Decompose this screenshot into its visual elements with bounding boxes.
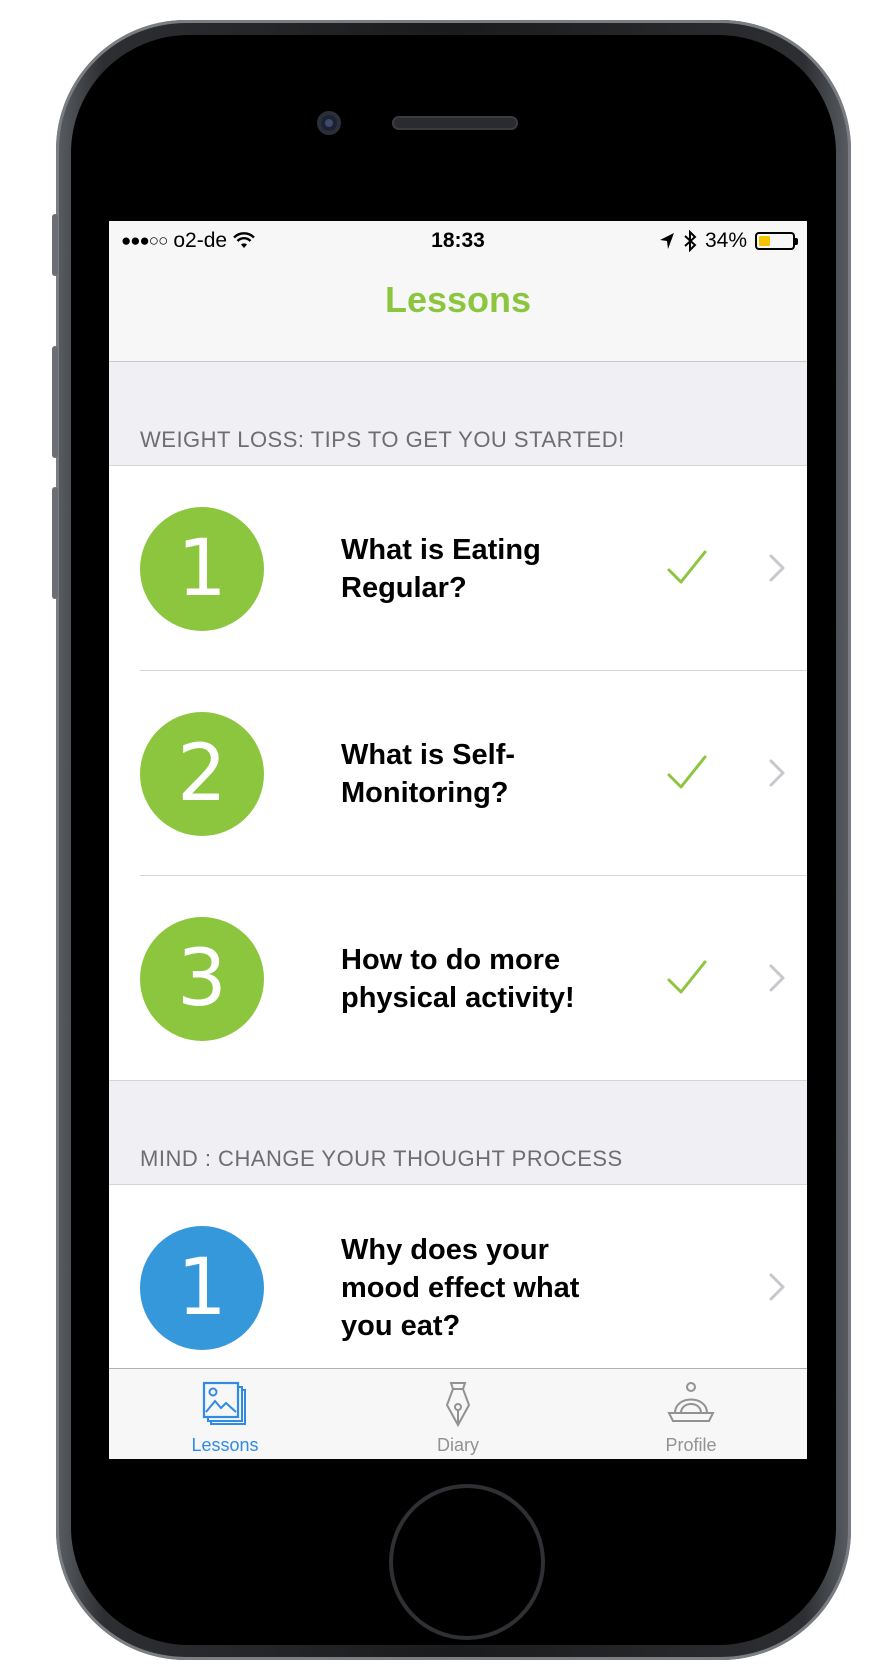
- lesson-title: Why does your mood effect what you eat?: [341, 1233, 580, 1342]
- page-title: Lessons: [384, 279, 532, 320]
- tab-label: Lessons: [191, 1435, 259, 1455]
- front-camera: [317, 111, 341, 135]
- lesson-number-badge: 3: [140, 917, 264, 1041]
- navigation-bar: Lessons: [109, 261, 807, 362]
- chevron-right-icon: [769, 1273, 785, 1301]
- crown-icon: [667, 1382, 715, 1422]
- chevron-right-icon: [769, 964, 785, 992]
- section-header-label: WEIGHT LOSS: TIPS TO GET YOU STARTED!: [140, 427, 625, 452]
- tab-bar: Lessons Diary Profile: [109, 1368, 807, 1459]
- pen-nib-icon: [445, 1382, 471, 1428]
- battery-icon: [755, 232, 798, 250]
- section-header-mind: MIND : CHANGE YOUR THOUGHT PROCESS: [109, 1081, 807, 1185]
- chevron-right-icon: [769, 554, 785, 582]
- volume-up-button: [52, 346, 58, 458]
- lesson-title: What is Self-Monitoring?: [341, 738, 516, 809]
- tab-label: Profile: [665, 1435, 717, 1455]
- location-arrow-icon: [659, 233, 674, 249]
- lesson-number-badge: 1: [140, 1226, 264, 1350]
- tab-label: Diary: [436, 1435, 479, 1455]
- tab-diary[interactable]: Diary: [342, 1369, 574, 1459]
- checkmark-icon: [667, 550, 707, 584]
- earpiece-speaker: [392, 116, 518, 130]
- bluetooth-icon: [684, 230, 697, 252]
- lesson-cell-mood-effect[interactable]: 1 Why does your mood effect what you eat…: [109, 1185, 807, 1390]
- lesson-cell-eating-regular[interactable]: 1 What is Eating Regular?: [109, 466, 807, 671]
- checkmark-icon: [667, 960, 707, 994]
- tab-profile[interactable]: Profile: [575, 1369, 807, 1459]
- status-bar: ●●●○○ o2-de 18:33 34%: [109, 221, 807, 261]
- app-screen: ●●●○○ o2-de 18:33 34% Lessons WEIGHT LOS…: [109, 221, 807, 1459]
- section-header-label: MIND : CHANGE YOUR THOUGHT PROCESS: [140, 1146, 623, 1171]
- tab-lessons[interactable]: Lessons: [109, 1369, 341, 1459]
- lesson-title: How to do more physical activity!: [341, 943, 575, 1014]
- lesson-number-badge: 2: [140, 712, 264, 836]
- volume-down-button: [52, 487, 58, 599]
- checkmark-icon: [667, 755, 707, 789]
- home-button[interactable]: [393, 1488, 541, 1636]
- lesson-number-badge: 1: [140, 507, 264, 631]
- lesson-title: What is Eating Regular?: [341, 533, 541, 604]
- section-header-weight-loss: WEIGHT LOSS: TIPS TO GET YOU STARTED!: [109, 362, 807, 466]
- mute-switch: [52, 214, 58, 276]
- chevron-right-icon: [769, 759, 785, 787]
- battery-percentage: 34%: [704, 229, 747, 252]
- battery-level: [759, 236, 770, 246]
- lesson-cell-self-monitoring[interactable]: 2 What is Self-Monitoring?: [109, 671, 807, 876]
- lessons-images-icon: [202, 1381, 246, 1425]
- lesson-cell-physical-activity[interactable]: 3 How to do more physical activity!: [109, 876, 807, 1081]
